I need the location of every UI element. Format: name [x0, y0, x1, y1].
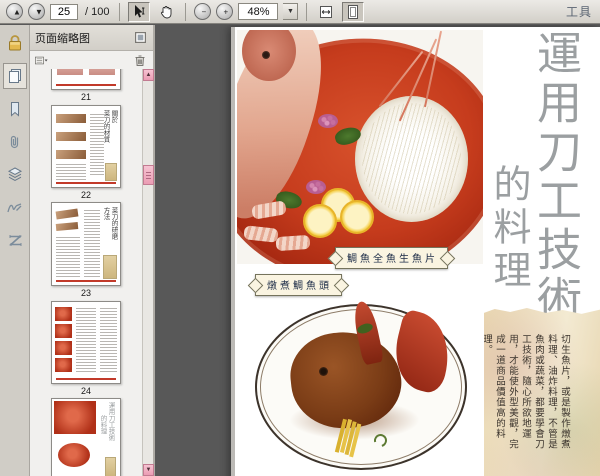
thumbnail-page-24[interactable]	[51, 301, 121, 384]
signatures-icon	[6, 203, 21, 213]
scroll-up-icon: ▲	[145, 72, 152, 78]
tools-pane-toggle[interactable]: 工具	[566, 3, 594, 20]
thumbnail-list: 21 關於 菜刀的材質 22 菜刀的研磨 方法 23 24 運用刀工技術 的料理	[30, 69, 153, 476]
app-body: 页面缩略图 21 關於 菜刀的材質 22 菜刀的研磨 方法 23 24 運用刀工…	[0, 25, 600, 476]
pdf-page: 鯛魚全魚生魚片 燉煮鯛魚頭 運用刀工技術 的料理 切生魚片，或是製作燉煮料理、油…	[235, 27, 600, 476]
model-tree-icon	[8, 235, 22, 246]
thumbnail-title: 的料理	[99, 415, 106, 435]
zoom-level-value[interactable]: 48%	[238, 3, 279, 20]
sidebar-item-bookmarks[interactable]	[3, 96, 27, 122]
lemon-slice	[340, 199, 375, 234]
top-toolbar: ▲ ▼ / 100 − + 48% ▼ 工具	[0, 0, 600, 24]
navigation-icon-strip	[0, 25, 30, 476]
document-area[interactable]: 鯛魚全魚生魚片 燉煮鯛魚頭 運用刀工技術 的料理 切生魚片，或是製作燉煮料理、油…	[155, 25, 600, 476]
page-thumbnails-panel: 页面缩略图 21 關於 菜刀的材質 22 菜刀的研磨 方法 23 24 運用刀工…	[30, 25, 155, 476]
page-number-input[interactable]	[50, 3, 78, 20]
attachments-icon	[10, 135, 18, 149]
down-arrow-icon: ▼	[35, 7, 43, 17]
minus-icon: −	[201, 7, 207, 17]
select-cursor-icon	[135, 4, 145, 17]
fit-width-icon	[320, 5, 333, 18]
toolbar-separator	[306, 2, 308, 21]
flower-garnish	[305, 179, 326, 194]
thumbnail-number: 22	[80, 190, 91, 200]
sidebar-item-attachments[interactable]	[3, 129, 27, 155]
daikon-garnish	[355, 95, 469, 222]
zoom-in-button[interactable]: +	[216, 3, 234, 20]
scrollbar-thumb[interactable]	[143, 165, 154, 185]
thumbnail-scrollbar[interactable]: ▲ ▼	[142, 69, 154, 476]
panel-header: 页面缩略图	[30, 25, 153, 51]
page-total-label: / 100	[85, 5, 110, 18]
delete-thumbnail-button[interactable]	[134, 54, 147, 67]
page-title: 運用刀工技術	[530, 30, 580, 324]
sidebar-item-signatures[interactable]	[3, 195, 27, 221]
panel-toolbar	[30, 51, 153, 69]
thumbnail-page-23[interactable]: 菜刀的研磨 方法	[51, 202, 121, 286]
panel-collapse-button[interactable]	[135, 31, 148, 44]
thumbnail-page-25[interactable]: 運用刀工技術 的料理	[51, 398, 121, 476]
hand-icon	[161, 5, 172, 18]
thumbnail-number: 23	[80, 288, 91, 298]
layers-icon	[7, 167, 22, 181]
thumbnail-title: 運用刀工技術	[107, 402, 114, 441]
photo2-label: 燉煮鯛魚頭	[255, 274, 342, 296]
panel-title: 页面缩略图	[35, 32, 90, 45]
fit-page-button[interactable]	[342, 1, 365, 22]
thumbnail-page-21[interactable]	[51, 69, 121, 90]
zoom-dropdown-button[interactable]: ▼	[283, 3, 299, 20]
zoom-out-button[interactable]: −	[194, 3, 212, 20]
page-title: 的料理	[487, 164, 529, 293]
sidebar-item-page-thumbnails[interactable]	[2, 63, 27, 89]
toolbar-separator	[119, 2, 121, 21]
photo1-label: 鯛魚全魚生魚片	[335, 247, 448, 269]
panel-collapse-icon	[135, 32, 146, 43]
sidebar-item-model-tree[interactable]	[3, 228, 27, 254]
scroll-down-icon: ▼	[145, 467, 152, 473]
scroll-up-button[interactable]: ▲	[143, 69, 154, 81]
trash-icon	[135, 55, 145, 66]
thumbnail-page-22[interactable]: 關於 菜刀的材質	[51, 105, 121, 188]
lock-icon	[8, 35, 21, 51]
toolbar-separator	[185, 2, 187, 21]
intro-text: 切生魚片，或是製作燉煮料理、油炸料理，不管是魚肉或蔬菜，都要學會刀工技術，隨心所…	[481, 334, 569, 450]
caret-down-icon: ▼	[287, 8, 294, 15]
intro-text-panel: 切生魚片，或是製作燉煮料理、油炸料理，不管是魚肉或蔬菜，都要學會刀工技術，隨心所…	[484, 308, 600, 476]
sidebar-item-layers[interactable]	[3, 162, 27, 188]
thumbnail-title: 關於	[110, 110, 117, 123]
hand-tool-button[interactable]	[155, 2, 177, 22]
thumbnail-number: 24	[80, 386, 91, 396]
scroll-down-button[interactable]: ▼	[143, 464, 154, 476]
page-thumbnails-icon	[8, 69, 21, 83]
options-icon	[35, 56, 48, 64]
lock-button[interactable]	[3, 30, 27, 56]
select-tool-button[interactable]	[128, 1, 151, 22]
next-page-button[interactable]: ▼	[28, 3, 45, 20]
thumbnail-title: 菜刀的研磨	[110, 207, 117, 240]
thumbnail-title: 方法	[102, 207, 109, 220]
previous-page-button[interactable]: ▲	[6, 3, 23, 20]
fit-width-button[interactable]	[315, 2, 337, 22]
bookmarks-icon	[10, 102, 19, 117]
up-arrow-icon: ▲	[13, 7, 21, 17]
braised-fish-head-photo	[255, 299, 467, 470]
sashimi-photo	[237, 30, 483, 264]
thumbnail-number: 21	[80, 92, 91, 102]
fit-page-icon	[348, 4, 359, 19]
plus-icon: +	[223, 7, 229, 17]
thumbnail-options-button[interactable]	[35, 54, 48, 67]
